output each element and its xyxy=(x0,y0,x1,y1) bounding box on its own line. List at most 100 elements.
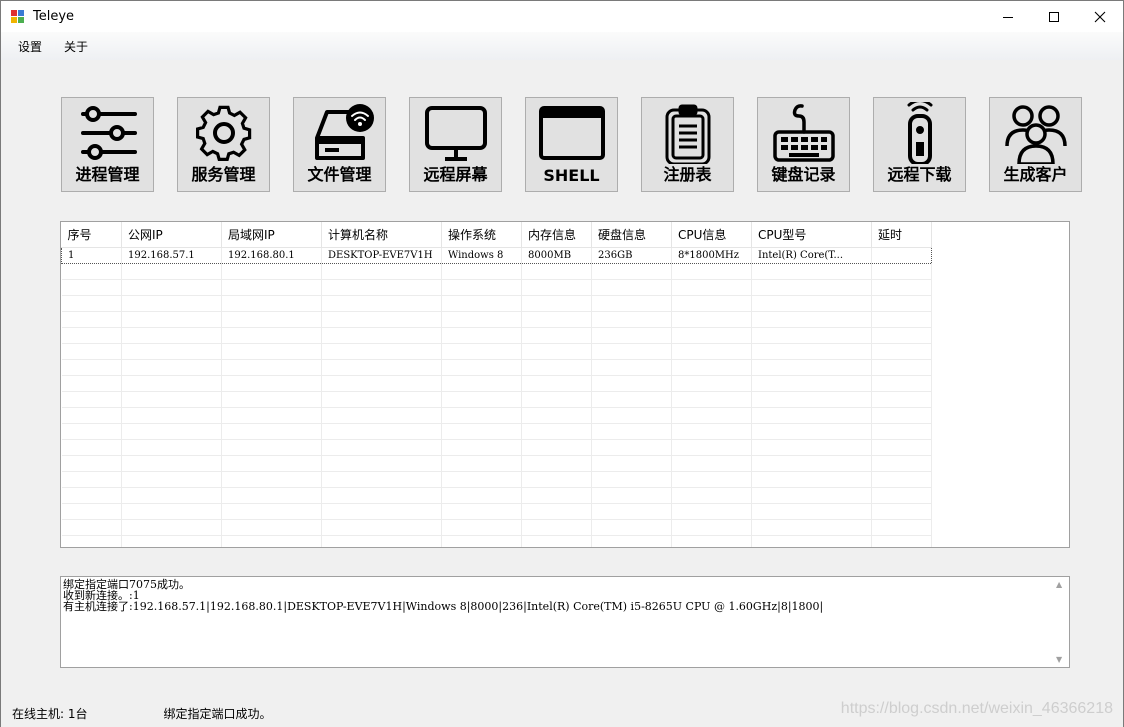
empty-cell xyxy=(221,327,322,344)
col-header-index[interactable]: 序号 xyxy=(61,222,122,248)
empty-cell xyxy=(751,471,872,488)
close-button[interactable] xyxy=(1077,1,1123,32)
empty-cell xyxy=(321,279,442,296)
empty-cell xyxy=(61,279,122,296)
empty-cell xyxy=(671,519,752,536)
hard-drive-wifi-icon xyxy=(314,104,374,160)
empty-cell xyxy=(871,263,932,280)
status-message: 绑定指定端口成功。 xyxy=(163,706,272,721)
empty-cell xyxy=(121,391,222,408)
log-line: 有主机连接了:192.168.57.1|192.168.80.1|DESKTOP… xyxy=(63,600,824,613)
col-header-latency[interactable]: 延时 xyxy=(871,222,932,248)
empty-cell xyxy=(321,439,442,456)
empty-cell xyxy=(671,439,752,456)
col-header-disk[interactable]: 硬盘信息 xyxy=(591,222,672,248)
empty-cell xyxy=(521,327,592,344)
table-row[interactable]: 1 192.168.57.1 192.168.80.1 DESKTOP-EVE7… xyxy=(61,246,932,264)
empty-cell xyxy=(591,295,672,312)
empty-cell xyxy=(521,263,592,280)
build-client-label: 生成客户 xyxy=(1003,165,1068,184)
host-list[interactable]: 序号 公网IP 局域网IP 计算机名称 操作系统 内存信息 硬盘信息 CPU信息… xyxy=(60,221,1070,548)
empty-cell xyxy=(121,295,222,312)
empty-cell xyxy=(751,503,872,520)
shell-button[interactable]: SHELL xyxy=(525,97,618,192)
col-header-public-ip[interactable]: 公网IP xyxy=(121,222,222,248)
empty-cell xyxy=(441,455,522,472)
keylogger-button[interactable]: 键盘记录 xyxy=(757,97,850,192)
empty-cell xyxy=(121,423,222,440)
cell-disk: 236GB xyxy=(591,246,672,264)
empty-cell xyxy=(121,263,222,280)
empty-row xyxy=(61,375,932,392)
empty-cell xyxy=(871,391,932,408)
col-header-cpu-info[interactable]: CPU信息 xyxy=(671,222,752,248)
empty-row xyxy=(61,535,932,547)
scroll-down-arrow-icon[interactable]: ▼ xyxy=(1056,654,1062,665)
col-header-lan-ip[interactable]: 局域网IP xyxy=(221,222,322,248)
empty-cell xyxy=(441,535,522,547)
empty-cell xyxy=(121,407,222,424)
empty-cell xyxy=(871,471,932,488)
col-header-os[interactable]: 操作系统 xyxy=(441,222,522,248)
empty-cell xyxy=(61,423,122,440)
service-manager-button[interactable]: 服务管理 xyxy=(177,97,270,192)
empty-cell xyxy=(221,263,322,280)
empty-cell xyxy=(751,407,872,424)
empty-cell xyxy=(441,439,522,456)
empty-cell xyxy=(521,439,592,456)
col-header-memory[interactable]: 内存信息 xyxy=(521,222,592,248)
empty-cell xyxy=(591,503,672,520)
empty-cell xyxy=(591,279,672,296)
scroll-up-arrow-icon[interactable]: ▲ xyxy=(1056,579,1062,590)
empty-cell xyxy=(871,327,932,344)
empty-row xyxy=(61,487,932,504)
empty-cell xyxy=(521,503,592,520)
registry-button[interactable]: 注册表 xyxy=(641,97,734,192)
process-manager-button[interactable]: 进程管理 xyxy=(61,97,154,192)
empty-cell xyxy=(221,423,322,440)
sliders-icon xyxy=(80,106,137,160)
empty-row xyxy=(61,311,932,328)
cell-cpu-info: 8*1800MHz xyxy=(671,246,752,264)
shell-label: SHELL xyxy=(543,166,600,185)
cell-latency xyxy=(871,246,932,264)
log-scrollbar[interactable]: ▲ ▼ xyxy=(1052,577,1069,667)
title-bar[interactable]: Teleye xyxy=(1,1,1123,32)
cell-computer-name: DESKTOP-EVE7V1H xyxy=(321,246,442,264)
empty-cell xyxy=(321,295,442,312)
col-header-cpu-model[interactable]: CPU型号 xyxy=(751,222,872,248)
empty-cell xyxy=(441,503,522,520)
remote-download-button[interactable]: 远程下载 xyxy=(873,97,966,192)
toolbar: 进程管理 服务管理 文件管理 远程屏幕 SHELL 注册表 键盘记录 远程下载 … xyxy=(61,97,1083,192)
build-client-button[interactable]: 生成客户 xyxy=(989,97,1082,192)
empty-cell xyxy=(751,343,872,360)
empty-cell xyxy=(671,423,752,440)
menu-settings[interactable]: 设置 xyxy=(9,38,51,55)
empty-cell xyxy=(61,391,122,408)
empty-cell xyxy=(751,535,872,547)
file-manager-button[interactable]: 文件管理 xyxy=(293,97,386,192)
maximize-button[interactable] xyxy=(1031,1,1077,32)
empty-cell xyxy=(591,311,672,328)
service-manager-label: 服务管理 xyxy=(191,165,256,184)
log-textbox[interactable]: 绑定指定端口7075成功。 收到新连接。:1 有主机连接了:192.168.57… xyxy=(60,576,1070,668)
empty-cell xyxy=(441,391,522,408)
empty-cell xyxy=(521,359,592,376)
empty-cell xyxy=(751,295,872,312)
menu-about[interactable]: 关于 xyxy=(55,38,97,55)
remote-screen-button[interactable]: 远程屏幕 xyxy=(409,97,502,192)
online-host-count: 在线主机: 1台 xyxy=(12,706,88,721)
empty-cell xyxy=(321,327,442,344)
host-table: 序号 公网IP 局域网IP 计算机名称 操作系统 内存信息 硬盘信息 CPU信息… xyxy=(61,222,932,547)
empty-cell xyxy=(871,295,932,312)
empty-row xyxy=(61,423,932,440)
empty-cell xyxy=(441,343,522,360)
empty-row xyxy=(61,503,932,520)
minimize-button[interactable] xyxy=(985,1,1031,32)
empty-cell xyxy=(871,375,932,392)
col-header-computer-name[interactable]: 计算机名称 xyxy=(321,222,442,248)
cell-os: Windows 8 xyxy=(441,246,522,264)
empty-cell xyxy=(441,311,522,328)
empty-cell xyxy=(591,263,672,280)
empty-cell xyxy=(61,487,122,504)
